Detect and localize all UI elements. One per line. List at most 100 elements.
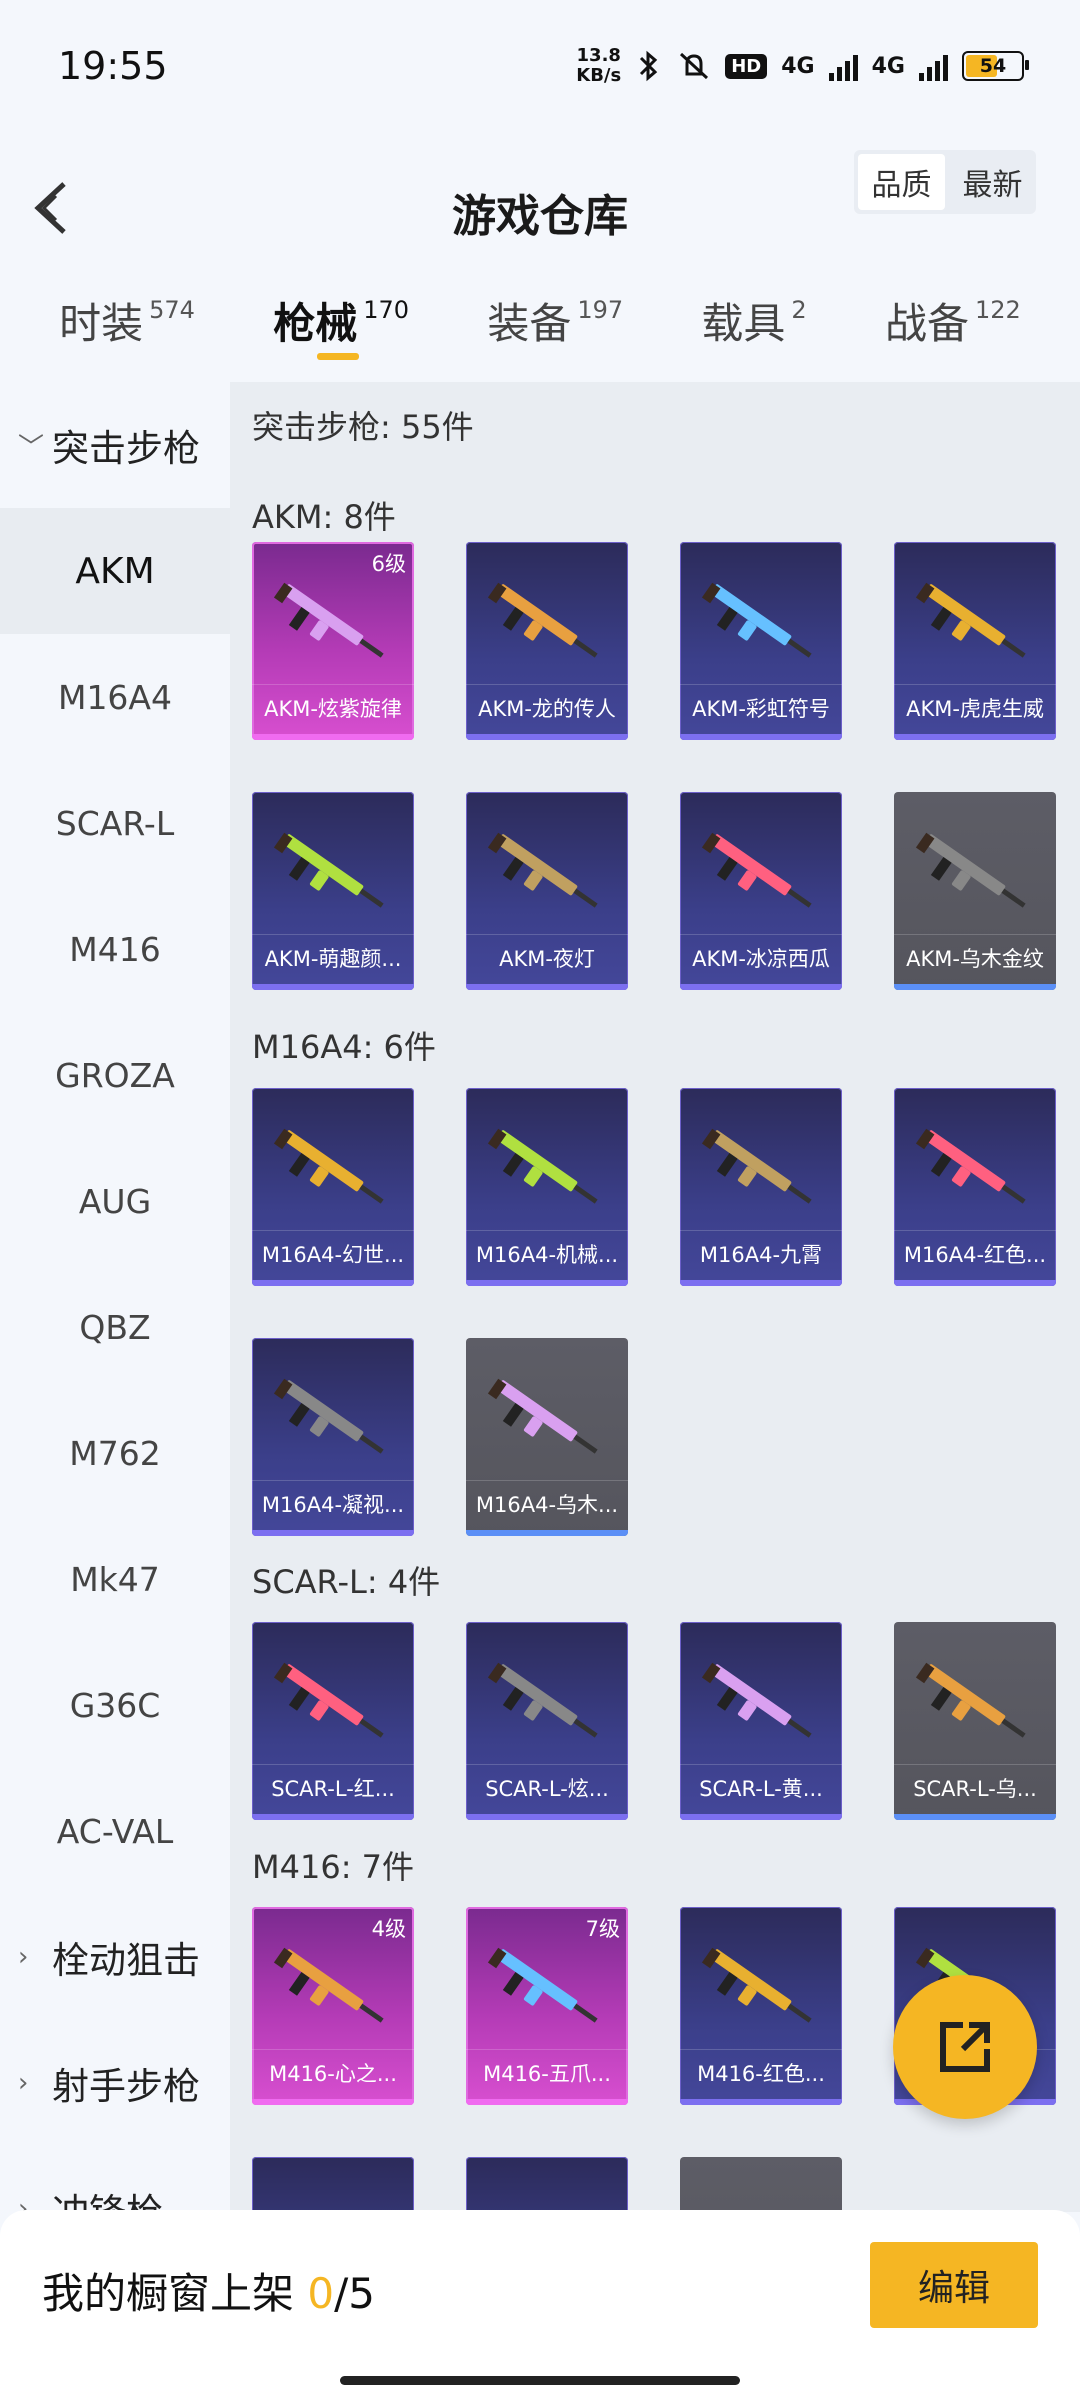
showcase-label: 我的橱窗上架 0/5 [42,2260,375,2321]
rifle-icon [915,832,1026,908]
showcase-bar: 我的橱窗上架 0/5 编辑 [0,2210,1080,2400]
weapon-name: M16A4-九霄 [680,1230,842,1276]
section-title: AKM: 8件 [252,498,396,536]
weapon-card[interactable]: AKM-虎虎生威 [894,542,1056,740]
edit-button[interactable]: 编辑 [870,2242,1038,2328]
battery-icon: 54 [962,51,1029,81]
network-speed: 13.8 KB/s [576,46,621,86]
weapon-card[interactable]: 6级 AKM-炫紫旋律 [252,542,414,740]
rarity-stripe [252,2099,414,2105]
sidebar-item-groza[interactable]: GROZA [0,1012,230,1138]
rifle-icon [273,1378,384,1454]
share-button[interactable] [893,1975,1037,2119]
weapon-card[interactable]: M416-红色... [680,1907,842,2105]
weapon-name: AKM-彩虹符号 [680,684,842,730]
tab-label: 时装 [59,299,144,348]
weapon-name: AKM-冰凉西瓜 [680,934,842,980]
rarity-stripe [466,984,628,990]
rarity-stripe [252,984,414,990]
network-speed-value: 13.8 [576,45,621,66]
sort-latest-button[interactable]: 最新 [949,150,1036,214]
weapon-card[interactable]: 4级 M416-心之... [252,1907,414,2105]
weapon-card[interactable] [252,2157,414,2212]
sidebar-item-qbz[interactable]: QBZ [0,1264,230,1390]
tab-fashion[interactable]: 时装 574 [59,270,195,380]
tab-count: 2 [791,296,807,324]
sidebar-item-ac-val[interactable]: AC-VAL [0,1768,230,1894]
sidebar-item-akm[interactable]: AKM [0,508,230,634]
sidebar-item-m16a4[interactable]: M16A4 [0,634,230,760]
header: 游戏仓库 品质 最新 [0,140,1080,270]
rarity-stripe [680,1814,842,1820]
network-speed-unit: KB/s [576,65,622,86]
weapon-card[interactable]: M16A4-九霄 [680,1088,842,1286]
weapon-name: AKM-龙的传人 [466,684,628,730]
weapon-card[interactable]: M16A4-幻世... [252,1088,414,1286]
rifle-icon [915,582,1026,658]
weapon-card[interactable]: AKM-乌木金纹 [894,792,1056,990]
rarity-stripe [252,1814,414,1820]
network-type-2: 4G [871,53,905,79]
rifle-icon [273,832,384,908]
weapon-card[interactable]: M16A4-乌木... [466,1338,628,1536]
sort-quality-button[interactable]: 品质 [858,154,945,210]
sidebar-category-assault-rifles[interactable]: ﹀ 突击步枪 [0,382,230,508]
weapon-card[interactable]: AKM-萌趣颜... [252,792,414,990]
weapon-card[interactable]: AKM-彩虹符号 [680,542,842,740]
showcase-text: 我的橱窗上架 [42,2269,295,2318]
tab-count: 574 [149,296,195,324]
weapon-card[interactable]: AKM-夜灯 [466,792,628,990]
sidebar-item-m762[interactable]: M762 [0,1390,230,1516]
weapon-card[interactable]: 7级 M416-五爪... [466,1907,628,2105]
network-type-1: 4G [781,53,815,79]
sidebar-item-g36c[interactable]: G36C [0,1642,230,1768]
chevron-right-icon: › [18,2068,29,2098]
mute-icon [680,52,709,80]
tab-supplies[interactable]: 战备 122 [885,270,1021,380]
weapon-card[interactable]: AKM-冰凉西瓜 [680,792,842,990]
tab-firearms[interactable]: 枪械 170 [273,270,409,380]
battery-level: 54 [979,55,1007,77]
signal-icon-2 [919,51,948,81]
category-tabs: 时装 574 枪械 170 装备 197 载具 2 战备 122 [0,270,1080,380]
sidebar-item-mk47[interactable]: Mk47 [0,1516,230,1642]
rifle-icon [273,1128,384,1204]
tab-label: 战备 [884,299,969,348]
rifle-icon [487,1662,598,1738]
weapon-name: AKM-乌木金纹 [894,934,1056,980]
weapon-card[interactable]: SCAR-L-黄... [680,1622,842,1820]
level-badge: 6级 [371,552,406,576]
rifle-icon [487,582,598,658]
weapon-card[interactable]: SCAR-L-炫... [466,1622,628,1820]
sidebar-item-scar-l[interactable]: SCAR-L [0,760,230,886]
chevron-right-icon: › [18,1942,29,1972]
weapon-card[interactable] [466,2157,628,2212]
tab-equipment[interactable]: 装备 197 [487,270,623,380]
active-tab-indicator [317,353,360,360]
weapon-card[interactable]: M16A4-凝视... [252,1338,414,1536]
rarity-stripe [466,2099,628,2105]
rarity-stripe [894,1814,1056,1820]
weapon-card[interactable]: M16A4-机械... [466,1088,628,1286]
sidebar-category-bolt-snipers[interactable]: › 栓动狙击 [0,1894,230,2020]
weapon-name: M16A4-凝视... [252,1480,414,1526]
tab-vehicles[interactable]: 载具 2 [701,270,806,380]
sidebar-category-marksman-rifles[interactable]: › 射手步枪 [0,2020,230,2146]
weapon-card[interactable] [680,2157,842,2212]
sidebar-item-aug[interactable]: AUG [0,1138,230,1264]
rarity-stripe [894,734,1056,740]
sidebar-item-m416[interactable]: M416 [0,886,230,1012]
weapon-card[interactable]: SCAR-L-乌... [894,1622,1056,1820]
weapon-card[interactable]: AKM-龙的传人 [466,542,628,740]
rifle-icon [273,582,384,658]
weapon-name: SCAR-L-红... [252,1764,414,1810]
home-indicator[interactable] [340,2376,740,2385]
showcase-total: /5 [334,2269,375,2318]
clock: 19:55 [58,44,168,88]
weapon-card[interactable]: SCAR-L-红... [252,1622,414,1820]
tab-count: 122 [974,296,1021,324]
rarity-stripe [466,1814,628,1820]
weapon-card[interactable]: M16A4-红色... [894,1088,1056,1286]
rifle-icon [487,1378,598,1454]
sort-toggle: 品质 最新 [854,150,1036,214]
